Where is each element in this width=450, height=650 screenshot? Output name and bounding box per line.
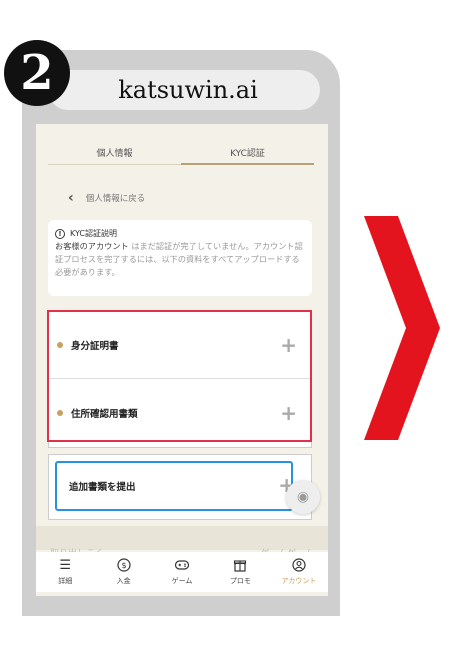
svg-text:$: $ bbox=[121, 561, 126, 570]
notice-title: KYC認証説明 bbox=[70, 229, 117, 238]
nav-label: ゲーム bbox=[171, 577, 193, 585]
back-link[interactable]: ‹ 個人情報に戻る bbox=[68, 190, 145, 206]
chat-support-icon[interactable]: ◉ bbox=[286, 480, 320, 514]
notice-body: お客様のアカウント はまだ認証が完了していません。アカウント認証プロセスを完了す… bbox=[55, 240, 305, 279]
nav-label: アカウント bbox=[281, 577, 317, 585]
tab-personal-info[interactable]: 個人情報 bbox=[48, 144, 181, 166]
bottom-navigation: ☰ 詳細 $ 入金 ゲーム プロモ アカウント bbox=[36, 552, 328, 592]
nav-label: 入金 bbox=[116, 577, 131, 585]
url-text: katsuwin.ai bbox=[118, 76, 258, 104]
required-documents-highlight bbox=[47, 310, 312, 442]
kyc-notice-card: ! KYC認証説明 お客様のアカウント はまだ認証が完了していません。アカウント… bbox=[48, 220, 312, 296]
nav-item-promo[interactable]: プロモ bbox=[211, 552, 269, 592]
step-number-badge: 2 bbox=[4, 40, 70, 106]
notice-body-lead: お客様のアカウント bbox=[55, 241, 129, 251]
info-icon: ! bbox=[55, 228, 65, 239]
nav-item-deposit[interactable]: $ 入金 bbox=[94, 552, 152, 592]
back-link-label: 個人情報に戻る bbox=[85, 194, 146, 204]
deposit-coin-icon: $ bbox=[117, 558, 131, 574]
account-icon bbox=[292, 558, 306, 574]
nav-item-details[interactable]: ☰ 詳細 bbox=[36, 552, 94, 592]
nav-item-account[interactable]: アカウント bbox=[270, 552, 328, 592]
chevron-left-icon: ‹ bbox=[68, 190, 74, 206]
browser-url-bar[interactable]: katsuwin.ai bbox=[48, 70, 320, 110]
gamepad-icon bbox=[174, 558, 190, 574]
additional-document-row[interactable]: 追加書類を提出 bbox=[55, 461, 293, 511]
additional-document-card: 追加書類を提出 + bbox=[48, 454, 312, 520]
nav-item-games[interactable]: ゲーム bbox=[153, 552, 211, 592]
menu-icon: ☰ bbox=[59, 558, 72, 573]
additional-document-label: 追加書類を提出 bbox=[69, 482, 136, 493]
nav-label: プロモ bbox=[229, 577, 251, 585]
next-step-arrow-icon bbox=[364, 216, 440, 440]
nav-label: 詳細 bbox=[58, 577, 73, 585]
tab-active-indicator bbox=[181, 163, 314, 165]
gift-icon bbox=[233, 558, 247, 574]
